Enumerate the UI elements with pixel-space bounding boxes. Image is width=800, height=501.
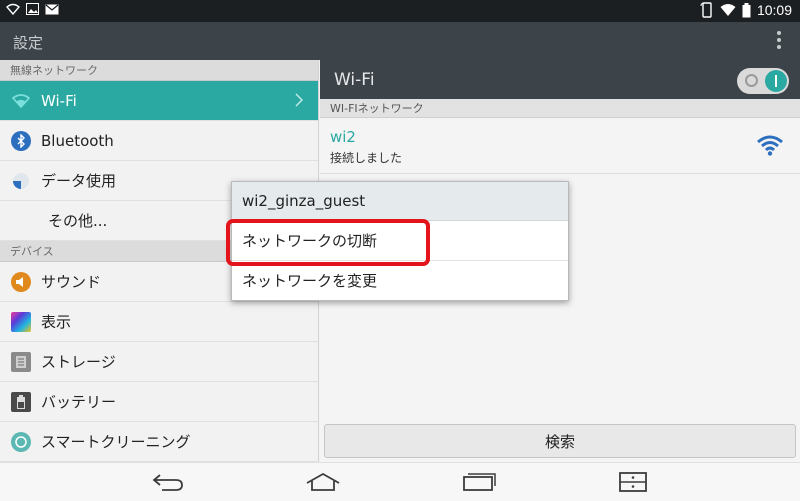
image-notification-icon — [26, 3, 39, 15]
page-title: 設定 — [13, 34, 44, 52]
display-icon — [11, 311, 31, 332]
mail-notification-icon — [45, 4, 59, 14]
scan-button[interactable]: 検索 — [324, 424, 796, 458]
sidebar-item-label: ストレージ — [41, 353, 116, 371]
sidebar-item-wifi[interactable]: Wi-Fi — [0, 81, 318, 121]
network-ssid: wi2 — [330, 128, 356, 146]
sidebar-item-label: データ使用 — [41, 172, 117, 190]
network-list-item[interactable]: wi2 接続しました — [320, 118, 800, 174]
modify-network-option[interactable]: ネットワークを変更 — [232, 261, 568, 301]
toggle-off-icon — [745, 74, 758, 87]
sound-icon — [11, 271, 31, 292]
wifi-strength-icon — [757, 135, 783, 156]
clock: 10:09 — [756, 2, 792, 18]
smart-cleaning-icon — [11, 431, 31, 452]
sidebar-item-label: サウンド — [41, 273, 102, 291]
navigation-bar — [0, 462, 800, 501]
toggle-knob — [765, 70, 787, 92]
wifi-networks-section-header: WI-FIネットワーク — [320, 99, 800, 118]
wifi-header: Wi-Fi — [320, 60, 800, 99]
sidebar-item-label: スマートクリーニング — [41, 433, 191, 451]
storage-icon — [11, 351, 31, 372]
wifi-status-icon — [6, 3, 20, 15]
sidebar-item-label: Bluetooth — [41, 131, 114, 150]
sidebar-item-label: 表示 — [41, 313, 72, 331]
battery-icon — [11, 391, 31, 412]
sidebar-item-label: バッテリー — [41, 393, 117, 411]
dialog-title: wi2_ginza_guest — [232, 182, 568, 221]
battery-status-icon — [742, 2, 751, 17]
bluetooth-icon — [11, 130, 31, 151]
network-context-dialog: wi2_ginza_guest ネットワークの切断 ネットワークを変更 — [231, 181, 569, 301]
network-status: 接続しました — [330, 151, 403, 165]
data-usage-icon — [11, 171, 31, 191]
overflow-menu-icon[interactable] — [776, 31, 782, 53]
sidebar-item-storage[interactable]: ストレージ — [0, 342, 318, 382]
back-icon[interactable] — [150, 471, 186, 493]
sidebar-item-label: その他... — [48, 212, 108, 230]
wifi-signal-icon — [720, 4, 736, 16]
status-bar: 10:09 — [0, 0, 800, 22]
wifi-icon — [11, 91, 31, 111]
chevron-right-icon — [295, 93, 304, 107]
home-icon[interactable] — [305, 471, 341, 493]
sidebar-item-bluetooth[interactable]: Bluetooth — [0, 121, 318, 161]
wifi-title: Wi-Fi — [334, 70, 375, 90]
sidebar-item-battery[interactable]: バッテリー — [0, 382, 318, 422]
menu-icon[interactable] — [618, 471, 648, 493]
recent-apps-icon[interactable] — [461, 471, 497, 493]
sidebar-item-label: Wi-Fi — [41, 91, 77, 110]
wifi-toggle[interactable] — [737, 68, 789, 94]
rotation-icon — [700, 2, 712, 18]
sidebar-item-smart-cleaning[interactable]: スマートクリーニング — [0, 422, 318, 462]
section-header-wireless: 無線ネットワーク — [0, 60, 318, 81]
action-bar: 設定 — [0, 22, 800, 60]
sidebar-item-display[interactable]: 表示 — [0, 302, 318, 342]
disconnect-network-option[interactable]: ネットワークの切断 — [232, 221, 568, 261]
